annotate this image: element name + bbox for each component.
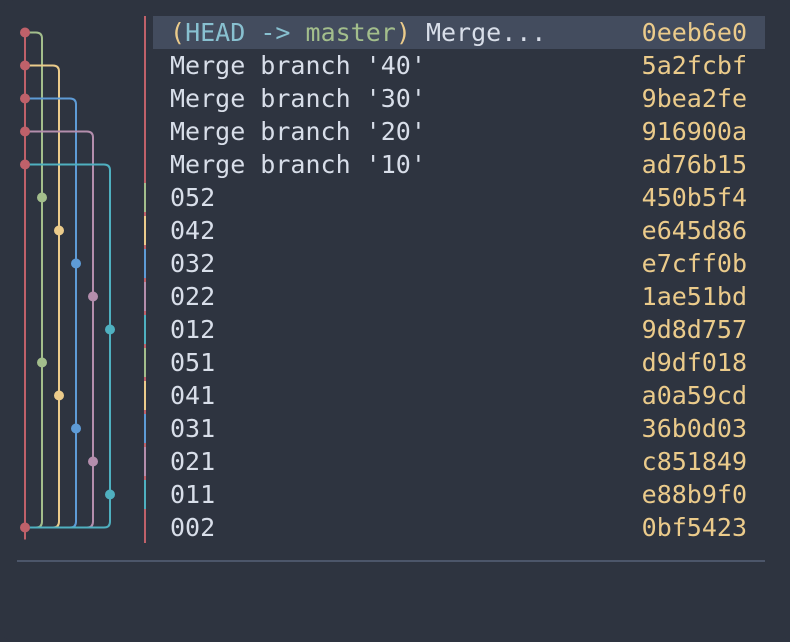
commit-row-merge-40[interactable]: Merge branch '40' 5a2fcbf [153, 49, 765, 82]
commit-graph [20, 16, 146, 543]
commit-message: Merge branch '20' [170, 117, 426, 146]
commit-hash: 36b0d03 [641, 414, 747, 443]
commit-message: 002 [170, 513, 216, 542]
commit-dot [20, 27, 30, 38]
commit-hash: c851849 [641, 447, 747, 476]
commit-dot [88, 456, 98, 467]
commit-dot [20, 159, 30, 170]
commit-dot [20, 60, 30, 71]
commit-message: Merge branch '30' [170, 84, 426, 113]
commit-hash: d9df018 [641, 348, 747, 377]
graph-lane-1 [25, 31, 43, 529]
graph-lane-3 [25, 97, 77, 529]
git-log-window: (HEAD -> master) Merge... 0eeb6e0 Merge … [0, 0, 790, 642]
commit-message: 042 [170, 216, 216, 245]
commit-row-c012[interactable]: 012 9d8d757 [153, 313, 765, 346]
detail-panel [17, 562, 765, 642]
commit-dot [20, 126, 30, 137]
commit-row-c041[interactable]: 041 a0a59cd [153, 379, 765, 412]
commit-row-c002[interactable]: 002 0bf5423 [153, 511, 765, 544]
commit-row-c032[interactable]: 032 e7cff0b [153, 247, 765, 280]
commit-dot [105, 489, 115, 500]
commit-message: 052 [170, 183, 216, 212]
commit-row-merge-20[interactable]: Merge branch '20' 916900a [153, 115, 765, 148]
commit-hash: 9bea2fe [641, 84, 747, 113]
commit-row-merge-head[interactable]: (HEAD -> master) Merge... 0eeb6e0 [153, 16, 765, 49]
commit-message: 031 [170, 414, 216, 443]
commit-dot [20, 522, 30, 533]
commit-dot [105, 324, 115, 335]
commit-hash: ad76b15 [641, 150, 747, 179]
commit-dot [54, 225, 64, 236]
commit-message: 032 [170, 249, 216, 278]
commit-row-merge-30[interactable]: Merge branch '30' 9bea2fe [153, 82, 765, 115]
commit-row-c042[interactable]: 042 e645d86 [153, 214, 765, 247]
commit-row-merge-10[interactable]: Merge branch '10' ad76b15 [153, 148, 765, 181]
commit-message: Merge branch '10' [170, 150, 426, 179]
graph-lane-5 [25, 163, 111, 529]
branch-ref: master [305, 18, 396, 47]
commit-row-c022[interactable]: 022 1ae51bd [153, 280, 765, 313]
commit-message: 011 [170, 480, 216, 509]
commit-message: 012 [170, 315, 216, 344]
commit-hash: 916900a [641, 117, 747, 146]
commit-message: 021 [170, 447, 216, 476]
head-ref: HEAD [185, 18, 246, 47]
commit-message: 022 [170, 282, 216, 311]
commit-row-c031[interactable]: 031 36b0d03 [153, 412, 765, 445]
commit-hash: 5a2fcbf [641, 51, 747, 80]
commit-hash: 0bf5423 [641, 513, 747, 542]
commit-dot [71, 423, 81, 434]
commit-row-c011[interactable]: 011 e88b9f0 [153, 478, 765, 511]
commit-row-c051[interactable]: 051 d9df018 [153, 346, 765, 379]
commit-hash: e645d86 [641, 216, 747, 245]
commit-dot [37, 357, 47, 368]
commit-hash: a0a59cd [641, 381, 747, 410]
commit-dot [54, 390, 64, 401]
commit-dot [20, 93, 30, 104]
commit-row-c052[interactable]: 052 450b5f4 [153, 181, 765, 214]
commit-hash: e7cff0b [641, 249, 747, 278]
commit-row-c021[interactable]: 021 c851849 [153, 445, 765, 478]
commit-hash: 0eeb6e0 [641, 18, 747, 47]
commit-message: (HEAD -> master) Merge... [170, 18, 547, 47]
commit-message: Merge branch '40' [170, 51, 426, 80]
commit-dot [71, 258, 81, 269]
commit-dot [37, 192, 47, 203]
commit-message: 051 [170, 348, 216, 377]
commit-hash: 9d8d757 [641, 315, 747, 344]
commit-message: 041 [170, 381, 216, 410]
commit-dot [88, 291, 98, 302]
commit-hash: 450b5f4 [641, 183, 747, 212]
commit-hash: 1ae51bd [641, 282, 747, 311]
commit-hash: e88b9f0 [641, 480, 747, 509]
